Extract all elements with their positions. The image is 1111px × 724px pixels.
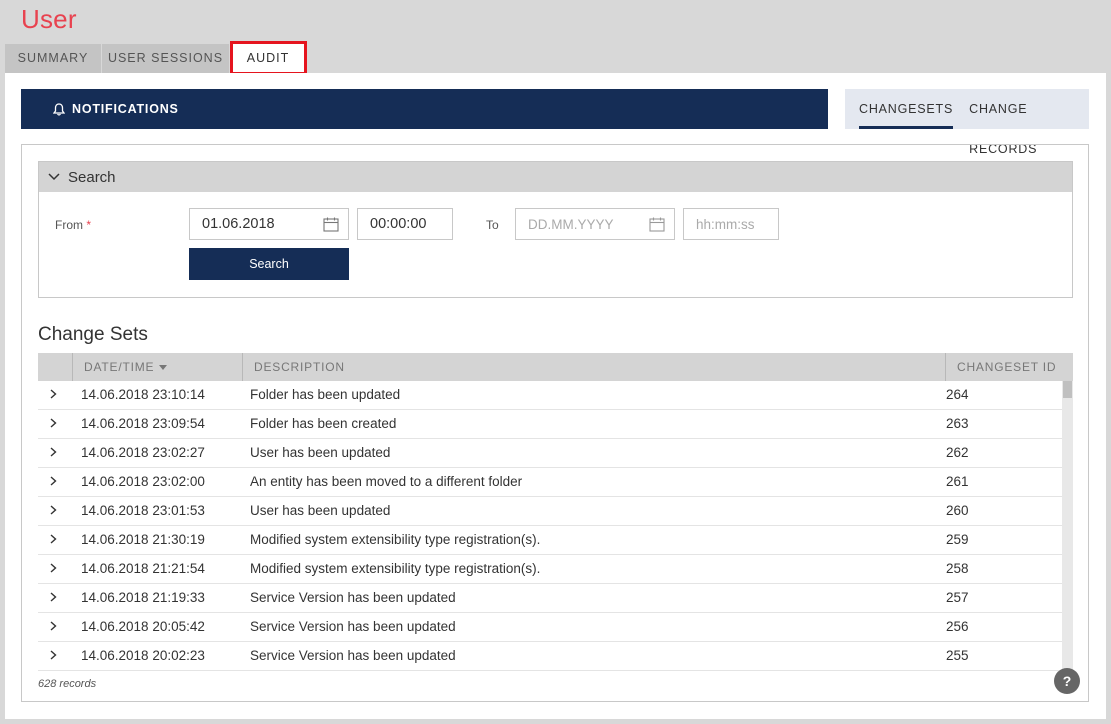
row-description: Modified system extensibility type regis…	[250, 561, 541, 576]
table-row[interactable]: 14.06.2018 20:05:42 Service Version has b…	[38, 613, 1062, 642]
search-section-title: Search	[68, 168, 116, 186]
sort-desc-icon	[159, 365, 168, 371]
table-body: 14.06.2018 23:10:14 Folder has been updat…	[38, 381, 1073, 671]
row-datetime: 14.06.2018 21:21:54	[81, 561, 205, 576]
from-date-value: 01.06.2018	[202, 216, 275, 232]
from-label: From *	[55, 218, 91, 232]
expand-row-icon[interactable]	[50, 555, 62, 583]
search-section-header[interactable]: Search	[39, 162, 1072, 192]
change-sets-table: DATE/TIME DESCRIPTION CHANGESET ID 14.06…	[38, 353, 1073, 671]
row-changeset-id: 263	[946, 416, 969, 431]
expand-row-icon[interactable]	[50, 439, 62, 467]
table-row[interactable]: 14.06.2018 23:10:14 Folder has been updat…	[38, 381, 1062, 410]
expand-row-icon[interactable]	[50, 526, 62, 554]
row-datetime: 14.06.2018 20:02:23	[81, 648, 205, 663]
audit-content: NOTIFICATIONS CHANGESETS CHANGE RECORDS …	[5, 73, 1106, 719]
row-datetime: 14.06.2018 23:02:27	[81, 445, 205, 460]
search-button[interactable]: Search	[189, 248, 349, 280]
expand-column-header	[38, 353, 72, 381]
to-time-placeholder: hh:mm:ss	[696, 216, 755, 232]
from-time-field[interactable]: 00:00:00	[357, 208, 453, 240]
notifications-bar[interactable]: NOTIFICATIONS	[21, 89, 828, 129]
column-header-description[interactable]: DESCRIPTION	[242, 353, 945, 381]
scrollbar-thumb[interactable]	[1063, 381, 1072, 398]
row-changeset-id: 259	[946, 532, 969, 547]
row-description: Folder has been updated	[250, 387, 401, 402]
search-section: Search From * 01.06.2018 00:00:00 To DD.…	[38, 161, 1073, 298]
main-tabs: SUMMARY USER SESSIONS AUDIT	[5, 44, 307, 73]
changesets-panel: Search From * 01.06.2018 00:00:00 To DD.…	[21, 144, 1089, 702]
column-header-datetime[interactable]: DATE/TIME	[72, 353, 242, 381]
help-button[interactable]: ?	[1054, 668, 1080, 694]
row-description: An entity has been moved to a different …	[250, 474, 523, 489]
chevron-down-icon	[48, 173, 60, 181]
tab-changesets[interactable]: CHANGESETS	[859, 89, 954, 129]
tab-summary[interactable]: SUMMARY	[5, 44, 102, 73]
expand-row-icon[interactable]	[50, 584, 62, 612]
expand-row-icon[interactable]	[50, 410, 62, 438]
row-changeset-id: 262	[946, 445, 969, 460]
row-description: Service Version has been updated	[250, 590, 456, 605]
vertical-scrollbar[interactable]	[1062, 381, 1073, 671]
expand-row-icon[interactable]	[50, 613, 62, 641]
record-count: 628 records	[38, 678, 97, 690]
table-row[interactable]: 14.06.2018 20:02:23 Service Version has b…	[38, 642, 1062, 671]
row-description: Folder has been created	[250, 416, 397, 431]
table-row[interactable]: 14.06.2018 23:01:53 User has been updated…	[38, 497, 1062, 526]
table-row[interactable]: 14.06.2018 23:09:54 Folder has been creat…	[38, 410, 1062, 439]
calendar-icon[interactable]	[323, 217, 339, 232]
table-row[interactable]: 14.06.2018 21:19:33 Service Version has b…	[38, 584, 1062, 613]
to-date-placeholder: DD.MM.YYYY	[528, 216, 614, 232]
row-changeset-id: 261	[946, 474, 969, 489]
column-header-datetime-label: DATE/TIME	[84, 360, 155, 374]
row-datetime: 14.06.2018 20:05:42	[81, 619, 205, 634]
expand-row-icon[interactable]	[50, 642, 62, 670]
row-datetime: 14.06.2018 23:10:14	[81, 387, 205, 402]
table-row[interactable]: 14.06.2018 23:02:00 An entity has been mo…	[38, 468, 1062, 497]
notifications-label: NOTIFICATIONS	[72, 102, 179, 116]
expand-row-icon[interactable]	[50, 468, 62, 496]
tab-change-records[interactable]: CHANGE RECORDS	[969, 89, 1073, 156]
row-changeset-id: 260	[946, 503, 969, 518]
table-row[interactable]: 14.06.2018 23:02:27 User has been updated…	[38, 439, 1062, 468]
row-description: Service Version has been updated	[250, 648, 456, 663]
required-asterisk: *	[86, 218, 92, 232]
row-datetime: 14.06.2018 21:19:33	[81, 590, 205, 605]
row-datetime: 14.06.2018 21:30:19	[81, 532, 205, 547]
row-datetime: 14.06.2018 23:02:00	[81, 474, 205, 489]
row-description: User has been updated	[250, 445, 391, 460]
row-description: Service Version has been updated	[250, 619, 456, 634]
row-datetime: 14.06.2018 23:01:53	[81, 503, 205, 518]
table-header: DATE/TIME DESCRIPTION CHANGESET ID	[38, 353, 1073, 381]
row-changeset-id: 257	[946, 590, 969, 605]
audit-sub-tabs: CHANGESETS CHANGE RECORDS	[845, 89, 1089, 156]
page-title: User	[21, 4, 77, 34]
row-changeset-id: 264	[946, 387, 969, 402]
table-row[interactable]: 14.06.2018 21:21:54 Modified system exten…	[38, 555, 1062, 584]
column-header-changeset-id[interactable]: CHANGESET ID	[945, 353, 1073, 381]
from-date-field[interactable]: 01.06.2018	[189, 208, 349, 240]
calendar-icon[interactable]	[649, 217, 665, 232]
from-label-text: From	[55, 218, 83, 232]
row-changeset-id: 255	[946, 648, 969, 663]
expand-row-icon[interactable]	[50, 497, 62, 525]
row-datetime: 14.06.2018 23:09:54	[81, 416, 205, 431]
to-label: To	[486, 218, 499, 232]
tab-audit[interactable]: AUDIT	[230, 44, 307, 73]
bell-icon	[53, 102, 65, 116]
to-date-field[interactable]: DD.MM.YYYY	[515, 208, 675, 240]
table-row[interactable]: 14.06.2018 21:30:19 Modified system exten…	[38, 526, 1062, 555]
row-changeset-id: 256	[946, 619, 969, 634]
row-description: Modified system extensibility type regis…	[250, 532, 541, 547]
change-sets-title: Change Sets	[38, 324, 148, 345]
row-changeset-id: 258	[946, 561, 969, 576]
expand-row-icon[interactable]	[50, 381, 62, 409]
tab-user-sessions[interactable]: USER SESSIONS	[102, 44, 230, 73]
from-time-value: 00:00:00	[370, 216, 427, 232]
to-time-field[interactable]: hh:mm:ss	[683, 208, 779, 240]
row-description: User has been updated	[250, 503, 391, 518]
